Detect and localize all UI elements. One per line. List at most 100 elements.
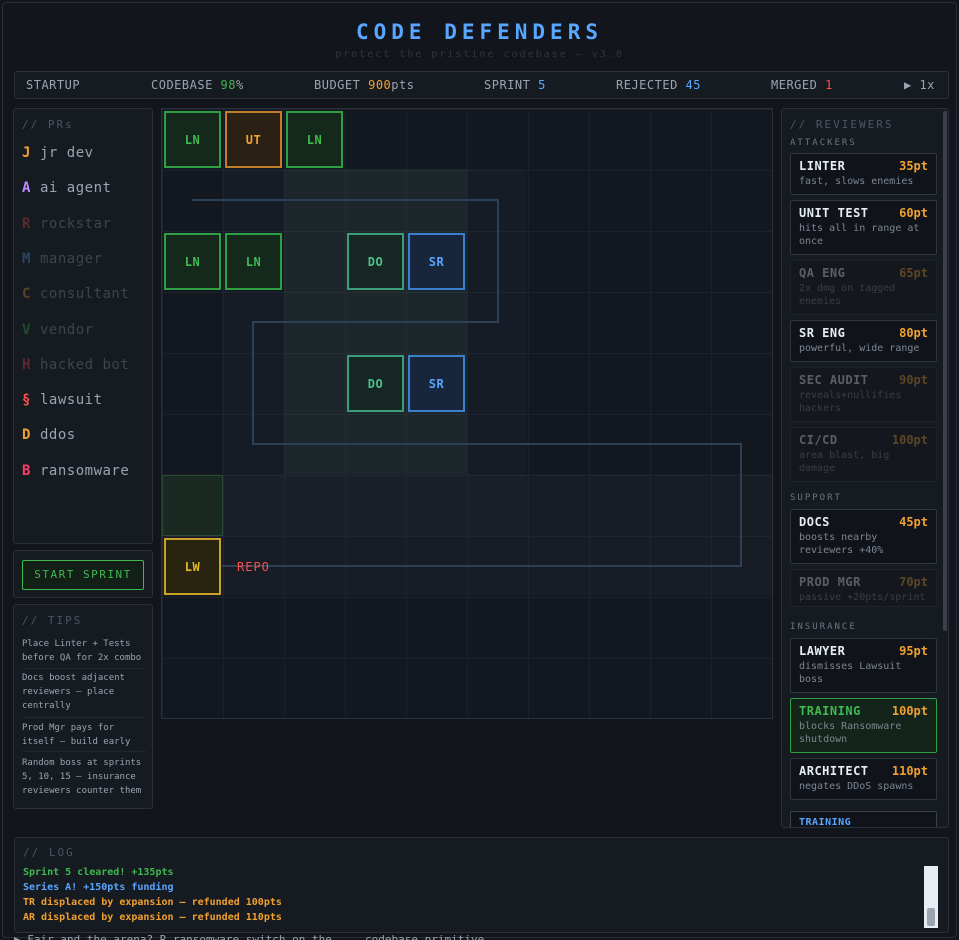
reviewer-desc: boosts nearby reviewers +40% [799, 532, 884, 556]
tip-item: Prod Mgr pays for itself — build early [22, 723, 131, 747]
reviewer-desc: 2x dmg on tagged enemies [799, 283, 896, 307]
pr-type-consultant: Cconsultant [22, 286, 129, 302]
tower-linter[interactable]: LN [225, 233, 282, 290]
pr-name: jr dev [40, 145, 94, 161]
pr-letter: J [22, 145, 31, 161]
game-board[interactable]: LN UT LN LN LN DO SR DO SR LW REPO [161, 108, 773, 719]
pr-type-manager: Mmanager [22, 251, 103, 267]
pr-type-jr-dev: Jjr dev [22, 145, 94, 161]
reviewer-desc: fast, slows enemies [799, 176, 914, 187]
reviewer-card-ci-cd[interactable]: CI/CD 100pt area blast, big damage [790, 427, 937, 482]
tips-title: // TIPS [22, 614, 83, 627]
reviewer-desc: passive +20pts/sprint [799, 592, 926, 603]
reviewer-desc: negates DDoS spawns [799, 781, 914, 792]
tower-docs[interactable]: DO [347, 233, 404, 290]
pr-name: ddos [40, 427, 76, 444]
pr-type-hacked-bot: Hhacked bot [22, 357, 129, 373]
log-scrollbar-thumb[interactable] [927, 908, 935, 926]
reviewers-title: // REVIEWERS [790, 118, 894, 131]
budget-stat: BUDGET 900pts [314, 78, 414, 92]
pr-name: rockstar [40, 215, 112, 232]
pr-type-vendor: Vvendor [22, 322, 94, 338]
pr-letter: M [22, 250, 31, 267]
reviewer-name: TRAINING [799, 817, 852, 828]
codebase-label: CODEBASE [151, 78, 213, 92]
reviewer-cost: 70pt [899, 575, 928, 589]
merged-label: MERGED [771, 78, 818, 92]
reviewer-card-training[interactable]: TRAINING 100pt blocks Ransomware shutdown [790, 698, 937, 753]
reviewer-desc: hits all in range at once [799, 223, 920, 247]
phase-indicator: STARTUP [26, 78, 81, 92]
budget-value: 900 [368, 78, 392, 92]
reviewer-desc: powerful, wide range [799, 343, 920, 354]
reviewer-cost: 100pt [891, 704, 928, 718]
reviewer-cost: 45pt [899, 515, 928, 529]
pr-name: manager [40, 250, 103, 267]
speed-toggle[interactable]: ▶ 1x [904, 78, 935, 92]
tip-item: Place Linter + Tests before QA for 2x co… [22, 639, 142, 663]
tower-linter[interactable]: LN [286, 111, 343, 168]
reviewer-desc: blocks Ransomware shutdown [799, 721, 902, 745]
codebase-value: 98 [220, 78, 236, 92]
reviewer-card-unit-test[interactable]: UNIT TEST 60pt hits all in range at once [790, 200, 937, 255]
pr-type-lawsuit: § lawsuit [22, 392, 103, 408]
log-line: AR displaced by expansion — refunded 110… [23, 912, 282, 923]
pr-name: vendor [40, 321, 94, 338]
start-sprint-button[interactable]: START SPRINT [22, 560, 144, 590]
log-line: TR displaced by expansion — refunded 100… [23, 897, 282, 908]
reviewer-cost: 80pt [899, 326, 928, 340]
sprint-value: 5 [538, 78, 546, 92]
pr-letter: V [22, 321, 31, 338]
pr-letter: § [22, 392, 31, 409]
reviewer-card-docs[interactable]: DOCS 45pt boosts nearby reviewers +40% [790, 509, 937, 564]
reviewer-cost: 110pt [891, 764, 928, 778]
reviewer-card-prod-mgr[interactable]: PROD MGR 70pt passive +20pts/sprint [790, 569, 937, 607]
controls-panel: START SPRINT [13, 550, 153, 598]
game-title: CODE DEFENDERS [355, 20, 603, 44]
tower-linter[interactable]: LN [164, 111, 221, 168]
merged-stat: MERGED 1 [771, 78, 833, 92]
pr-name: ai agent [40, 180, 112, 197]
reviewer-desc: area blast, big damage [799, 450, 890, 474]
reviewer-card-architect[interactable]: ARCHITECT 110pt negates DDoS spawns [790, 758, 937, 800]
enemy-path [192, 199, 742, 567]
reviewer-card-lawyer[interactable]: LAWYER 95pt dismisses Lawsuit boss [790, 638, 937, 693]
reviewers-scrollbar[interactable] [943, 111, 947, 631]
tower-lawyer[interactable]: LW [164, 538, 221, 595]
log-title: // LOG [23, 846, 75, 859]
tower-senior[interactable]: SR [408, 355, 465, 412]
section-insurance: INSURANCE [790, 622, 857, 632]
reviewer-desc: reveals+nullifies hackers [799, 390, 902, 414]
reviewer-card-sec-audit[interactable]: SEC AUDIT 90pt reveals+nullifies hackers [790, 367, 937, 422]
pr-letter: H [22, 356, 31, 373]
sprint-label: SPRINT [484, 78, 531, 92]
tower-senior[interactable]: SR [408, 233, 465, 290]
tip-item: Docs boost adjacent reviewers — place ce… [22, 673, 125, 711]
reviewer-card-linter[interactable]: LINTER 35pt fast, slows enemies [790, 153, 937, 195]
rejected-value: 45 [685, 78, 701, 92]
reviewer-cost: 35pt [899, 159, 928, 173]
tip-divider [22, 717, 146, 718]
tower-docs[interactable]: DO [347, 355, 404, 412]
pr-name: lawsuit [40, 392, 103, 409]
log-panel: // LOG Sprint 5 cleared! +135pts Series A… [14, 837, 949, 933]
pr-type-ddos: Dddos [22, 427, 76, 443]
reviewer-card-partial[interactable]: TRAINING [790, 811, 937, 828]
sprint-stat: SPRINT 5 [484, 78, 546, 92]
tower-linter[interactable]: LN [164, 233, 221, 290]
placement-ghost[interactable] [162, 475, 223, 536]
reviewer-desc: dismisses Lawsuit boss [799, 661, 902, 685]
reviewer-cost: 90pt [899, 373, 928, 387]
budget-unit: pts [391, 78, 415, 92]
pr-name: consultant [40, 286, 130, 303]
reviewer-card-sr-eng[interactable]: SR ENG 80pt powerful, wide range [790, 320, 937, 362]
pr-name: ransomware [40, 462, 130, 479]
reviewer-card-qa-eng[interactable]: QA ENG 65pt 2x dmg on tagged enemies [790, 260, 937, 315]
codebase-stat: CODEBASE 98% [151, 78, 244, 92]
budget-label: BUDGET [314, 78, 361, 92]
log-line: Series A! +150pts funding [23, 882, 174, 893]
pr-letter: D [22, 427, 31, 444]
tower-unit-test[interactable]: UT [225, 111, 282, 168]
reviewer-cost: 100pt [891, 433, 928, 447]
pr-type-ransomware: Bransomware [22, 463, 129, 479]
